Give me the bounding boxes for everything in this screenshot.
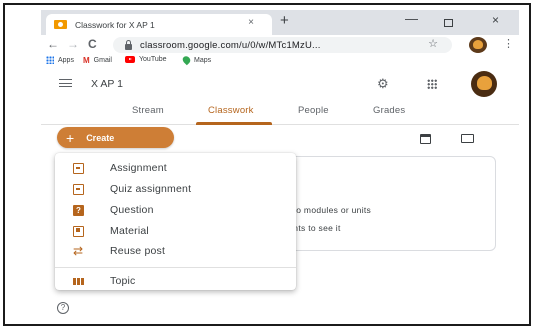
- create-label: Create: [86, 132, 115, 143]
- bookmark-youtube[interactable]: YouTube: [125, 56, 167, 63]
- youtube-icon: [125, 56, 135, 63]
- menu-divider: [55, 267, 296, 268]
- apps-grid-icon: [46, 56, 54, 64]
- url-text: classroom.google.com/u/0/w/MTc1MzU...: [140, 39, 321, 51]
- reload-icon[interactable]: C: [88, 37, 97, 51]
- maximize-button[interactable]: [444, 19, 453, 27]
- create-menu: Assignment Quiz assignment ? Question Ma…: [55, 153, 296, 290]
- bookmark-apps[interactable]: Apps: [46, 56, 74, 64]
- material-icon: [73, 225, 84, 237]
- quiz-assignment-icon: [73, 183, 84, 195]
- maps-icon: [181, 54, 192, 66]
- forward-arrow-icon[interactable]: →: [67, 37, 79, 51]
- browser-profile-avatar[interactable]: [469, 37, 487, 53]
- menu-item-label: Assignment: [110, 162, 167, 174]
- bookmark-gmail[interactable]: M Gmail: [83, 56, 112, 65]
- browser-toolbar: ← → C classroom.google.com/u/0/w/MTc1MzU…: [41, 35, 519, 55]
- new-tab-button[interactable]: +: [280, 13, 289, 29]
- browser-window: Classwork for X AP 1 × + — × ← → C class…: [41, 10, 519, 326]
- menu-item-question[interactable]: ? Question: [55, 200, 296, 220]
- tab-stream[interactable]: Stream: [132, 105, 164, 116]
- class-title: X AP 1: [91, 78, 123, 90]
- menu-item-label: Quiz assignment: [110, 183, 192, 195]
- classroom-favicon-icon: [54, 20, 67, 29]
- tab-people[interactable]: People: [298, 105, 329, 116]
- browser-tab[interactable]: Classwork for X AP 1 ×: [46, 14, 272, 35]
- account-avatar[interactable]: [471, 71, 497, 97]
- tab-title: Classwork for X AP 1: [75, 19, 155, 30]
- class-nav-tabs: Stream Classwork People Grades: [41, 97, 519, 125]
- assignment-icon: [73, 162, 84, 174]
- class-drive-folder-icon[interactable]: [461, 134, 474, 143]
- plus-icon: +: [66, 129, 75, 146]
- back-arrow-icon[interactable]: ←: [47, 37, 59, 51]
- create-button[interactable]: + Create: [57, 127, 174, 148]
- gmail-icon: M: [83, 56, 90, 65]
- bookmark-label: Apps: [58, 56, 74, 64]
- close-window-button[interactable]: ×: [492, 13, 499, 27]
- hamburger-menu-icon[interactable]: [59, 79, 72, 87]
- menu-item-topic[interactable]: Topic: [55, 271, 296, 291]
- menu-item-label: Question: [110, 204, 154, 216]
- bookmark-label: YouTube: [139, 56, 167, 63]
- question-icon: ?: [73, 204, 84, 216]
- topic-icon: [73, 278, 84, 285]
- lock-icon: [125, 39, 132, 50]
- bookmark-maps[interactable]: Maps: [181, 54, 212, 66]
- bookmark-label: Gmail: [93, 57, 112, 64]
- screenshot-frame: Classwork for X AP 1 × + — × ← → C class…: [0, 0, 537, 331]
- menu-item-label: Reuse post: [110, 245, 166, 257]
- bookmark-label: Maps: [194, 56, 212, 64]
- menu-item-label: Topic: [110, 275, 136, 287]
- google-calendar-icon[interactable]: [420, 134, 431, 144]
- tab-close-icon[interactable]: ×: [248, 17, 254, 28]
- classroom-header: X AP 1 ⚙: [41, 67, 519, 97]
- reuse-post-icon: ⇄: [73, 243, 84, 258]
- help-icon[interactable]: ?: [57, 302, 69, 314]
- google-apps-icon[interactable]: [427, 79, 437, 89]
- minimize-button[interactable]: —: [405, 11, 418, 26]
- browser-menu-icon[interactable]: ⋮: [503, 37, 514, 50]
- menu-item-quiz-assignment[interactable]: Quiz assignment: [55, 179, 296, 199]
- active-tab-indicator: [196, 122, 272, 125]
- tab-strip: Classwork for X AP 1 × + — ×: [41, 10, 519, 35]
- address-bar[interactable]: classroom.google.com/u/0/w/MTc1MzU... ☆: [113, 37, 452, 53]
- bookmarks-bar: Apps M Gmail YouTube Maps: [41, 54, 519, 67]
- tab-classwork[interactable]: Classwork: [208, 105, 254, 116]
- menu-item-material[interactable]: Material: [55, 221, 296, 241]
- settings-gear-icon[interactable]: ⚙: [377, 76, 389, 92]
- menu-item-reuse-post[interactable]: ⇄ Reuse post: [55, 241, 296, 261]
- bookmark-star-icon[interactable]: ☆: [428, 37, 438, 50]
- tab-grades[interactable]: Grades: [373, 105, 405, 116]
- menu-item-assignment[interactable]: Assignment: [55, 158, 296, 178]
- menu-item-label: Material: [110, 225, 149, 237]
